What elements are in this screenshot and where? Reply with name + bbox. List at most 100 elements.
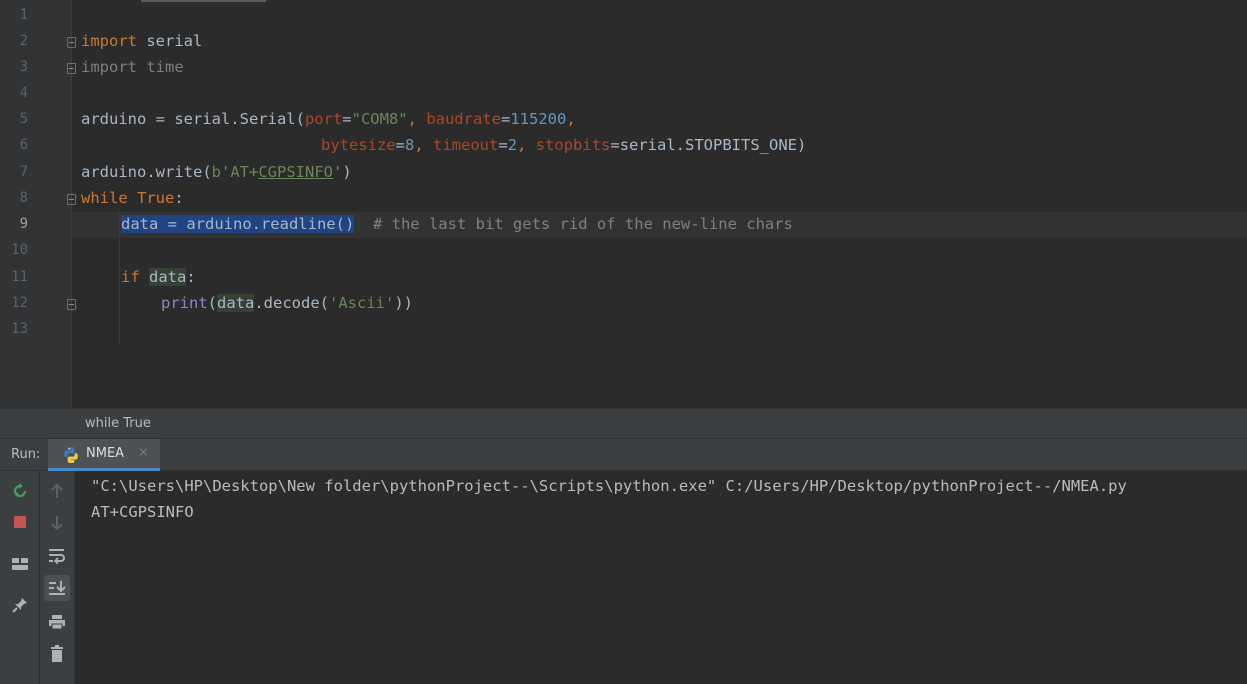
number-literal: 2 <box>507 136 518 154</box>
arrow-down-icon <box>51 516 63 531</box>
string-literal-typo: CGPSINFO <box>258 163 333 181</box>
param-name: bytesize <box>321 136 396 154</box>
code-text: = <box>342 110 352 128</box>
stop-button[interactable] <box>7 509 33 535</box>
code-line-5[interactable]: arduino = serial.Serial(port="COM8", bau… <box>81 106 576 132</box>
code-text: = <box>395 136 405 154</box>
variable-usage-highlight: data <box>217 294 255 312</box>
keyword-while: while <box>81 189 128 207</box>
line-number: 5 <box>19 111 28 127</box>
pin-tab-button[interactable] <box>7 592 33 618</box>
run-toolwindow-header: Run: NMEA × <box>0 438 1247 471</box>
run-console-output[interactable]: "C:\Users\HP\Desktop\New folder\pythonPr… <box>75 471 1247 684</box>
code-line-6[interactable]: bytesize=8, timeout=2, stopbits=serial.S… <box>321 132 806 158</box>
horizontal-scroll-thumb[interactable] <box>141 0 266 2</box>
rerun-button[interactable] <box>7 478 33 504</box>
line-number: 10 <box>11 242 28 258</box>
module-name-unused: time <box>137 58 184 76</box>
keyword-if: if <box>121 268 140 286</box>
clear-all-button[interactable] <box>44 641 70 667</box>
code-text: = <box>498 136 508 154</box>
run-tab-label: NMEA <box>86 446 125 461</box>
line-number: 1 <box>19 7 28 23</box>
comma: , <box>407 110 427 128</box>
fold-marker-icon[interactable] <box>67 37 76 48</box>
selected-text[interactable]: data = arduino.readline() <box>121 215 355 233</box>
close-icon[interactable]: × <box>138 445 149 460</box>
comma: , <box>566 110 576 128</box>
next-occurrence-button[interactable] <box>44 510 70 536</box>
run-label: Run: <box>11 447 41 462</box>
code-text: )) <box>394 294 413 312</box>
line-number: 3 <box>19 59 28 75</box>
code-text: .decode( <box>254 294 329 312</box>
code-comment: # the last bit gets rid of the new-line … <box>354 215 793 233</box>
code-editor[interactable]: 1 2 3 4 5 6 7 8 9 10 11 12 13 import ser… <box>0 0 1247 408</box>
keyword-import: import <box>81 32 137 50</box>
fold-marker-icon[interactable] <box>67 63 76 74</box>
code-line-8[interactable]: while True: <box>81 185 184 211</box>
stop-icon <box>14 516 26 528</box>
console-line: "C:\Users\HP\Desktop\New folder\pythonPr… <box>91 477 1127 495</box>
builtin-function: print <box>161 294 208 312</box>
soft-wrap-icon <box>49 549 65 564</box>
python-icon <box>64 447 78 463</box>
line-number: 11 <box>11 269 28 285</box>
scroll-to-end-icon <box>49 581 66 595</box>
number-literal: 8 <box>405 136 415 154</box>
line-number: 6 <box>19 137 28 153</box>
breadcrumb-item[interactable]: while True <box>85 416 151 431</box>
param-name: timeout <box>433 136 499 154</box>
line-number: 13 <box>11 321 28 337</box>
param-name: port <box>304 110 343 128</box>
code-text: ) <box>342 163 352 181</box>
console-line: AT+CGPSINFO <box>91 503 194 521</box>
print-button[interactable] <box>44 609 70 635</box>
line-number-current: 9 <box>19 216 28 232</box>
run-tab-nmea[interactable]: NMEA × <box>48 439 160 471</box>
pin-icon <box>12 598 27 613</box>
keyword-import-unused: import <box>81 58 137 76</box>
code-line-3[interactable]: import time <box>81 54 184 80</box>
code-line-9[interactable]: data = arduino.readline() # the last bit… <box>121 211 793 237</box>
line-number: 4 <box>19 85 28 101</box>
line-number: 7 <box>19 164 28 180</box>
code-text: arduino = serial.Serial( <box>81 110 305 128</box>
code-text: : <box>174 189 184 207</box>
module-name: serial <box>137 32 203 50</box>
code-line-7[interactable]: arduino.write(b'AT+CGPSINFO') <box>81 159 352 185</box>
code-text: ( <box>207 294 218 312</box>
code-line-11[interactable]: if data: <box>121 264 196 290</box>
arrow-up-icon <box>51 483 63 498</box>
code-line-12[interactable]: print(data.decode('Ascii')) <box>161 290 413 316</box>
code-text: = <box>500 110 511 128</box>
layout-button[interactable] <box>7 551 33 577</box>
breadcrumb: while True <box>0 408 1247 438</box>
string-literal: b'AT+ <box>211 163 259 181</box>
rerun-icon <box>13 483 27 498</box>
run-primary-toolbar <box>0 471 40 684</box>
scroll-to-end-button[interactable] <box>44 575 70 601</box>
param-name: stopbits <box>535 136 611 154</box>
keyword-true: True <box>137 189 175 207</box>
number-literal: 115200 <box>510 110 567 128</box>
trash-icon <box>51 645 63 662</box>
soft-wrap-button[interactable] <box>44 543 70 569</box>
comma: , <box>414 136 434 154</box>
param-name: baudrate <box>426 110 501 128</box>
code-line-2[interactable]: import serial <box>81 28 202 54</box>
line-number: 12 <box>11 295 28 311</box>
fold-marker-icon[interactable] <box>67 299 76 310</box>
code-text: : <box>186 268 196 286</box>
string-literal: 'Ascii' <box>329 294 395 312</box>
previous-occurrence-button[interactable] <box>44 478 70 504</box>
line-number: 8 <box>19 190 28 206</box>
line-number: 2 <box>19 33 28 49</box>
print-icon <box>49 615 65 630</box>
fold-marker-icon[interactable] <box>67 194 76 205</box>
variable-usage-highlight: data <box>149 268 187 286</box>
line-number-gutter: 1 2 3 4 5 6 7 8 9 10 11 12 13 <box>0 0 72 408</box>
run-console-toolbar <box>40 471 75 684</box>
